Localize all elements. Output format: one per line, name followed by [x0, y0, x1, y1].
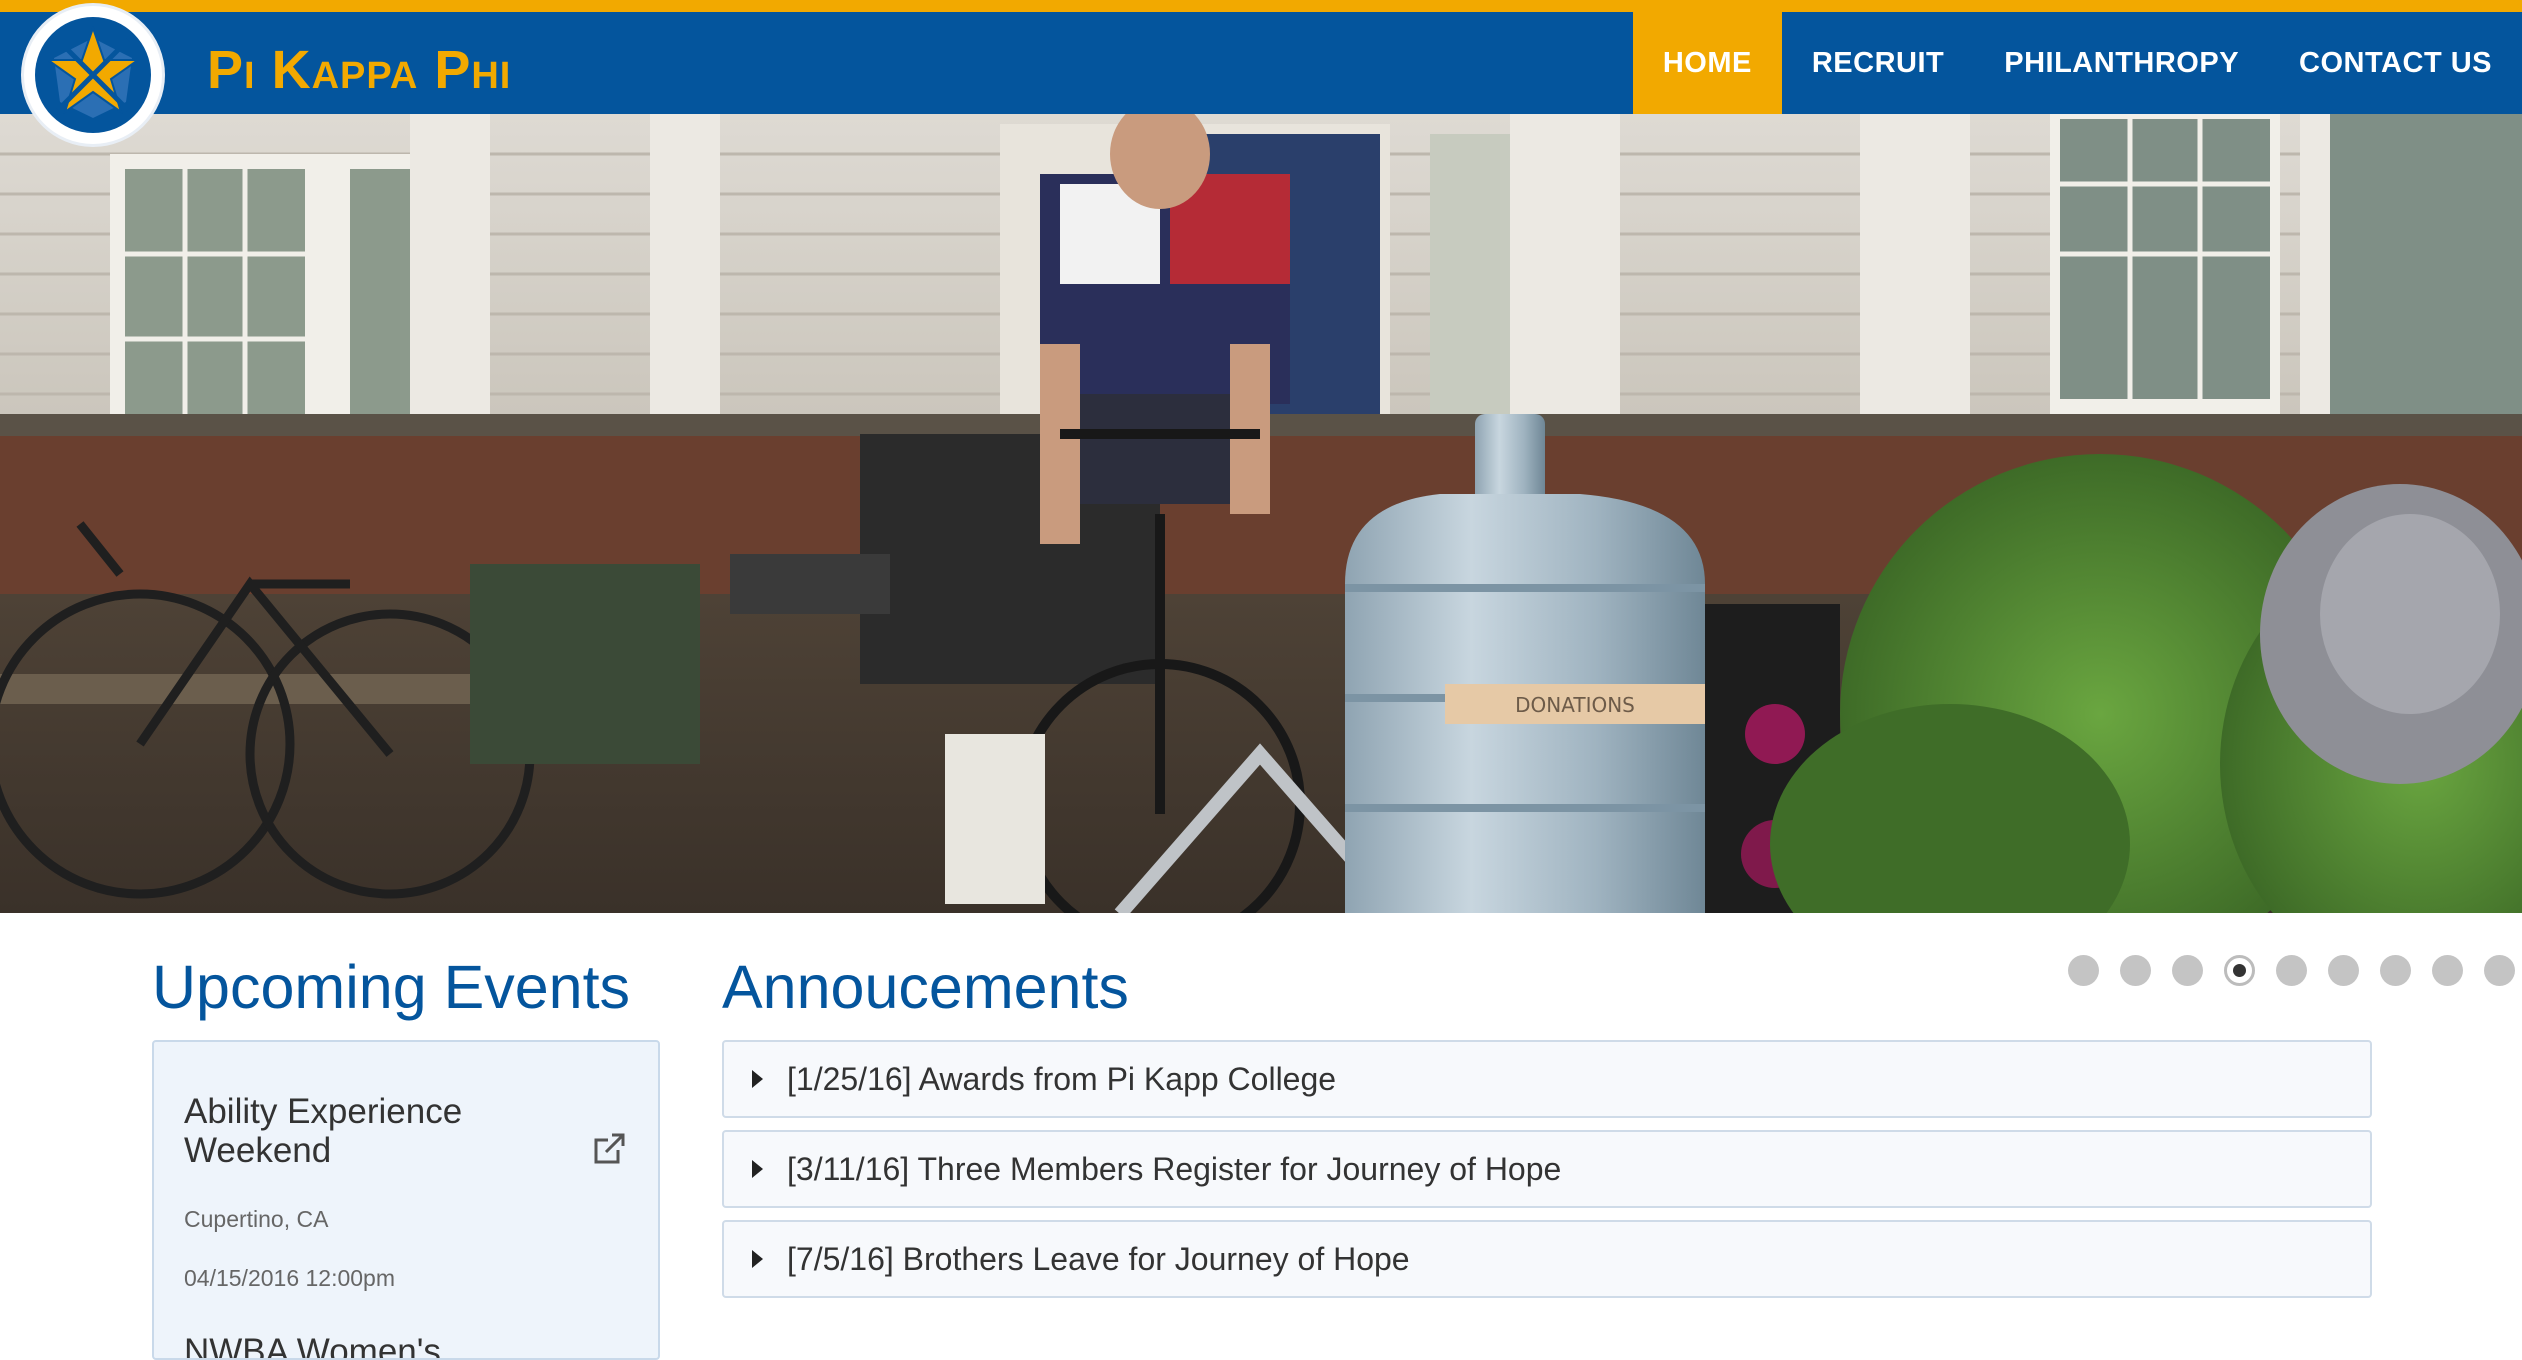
carousel-dot[interactable] — [2328, 955, 2359, 986]
caret-right-icon — [752, 1160, 763, 1178]
announcement-title[interactable]: [7/5/16] Brothers Leave for Journey of H… — [787, 1241, 1410, 1278]
announcement-item[interactable]: [7/5/16] Brothers Leave for Journey of H… — [722, 1220, 2372, 1298]
site-title[interactable]: Pi Kappa Phi — [207, 40, 511, 100]
events-panel: Ability Experience Weekend Cupertino, CA… — [152, 1040, 660, 1360]
carousel-dot[interactable] — [2120, 955, 2151, 986]
announcements-list: [1/25/16] Awards from Pi Kapp College [3… — [722, 1040, 2372, 1310]
carousel-dot[interactable] — [2224, 955, 2255, 986]
announcement-title[interactable]: [1/25/16] Awards from Pi Kapp College — [787, 1061, 1336, 1098]
event-item[interactable]: Ability Experience Weekend Cupertino, CA… — [154, 1042, 658, 1292]
carousel-indicators — [2068, 955, 2522, 986]
carousel-dot[interactable] — [2432, 955, 2463, 986]
nav-home[interactable]: HOME — [1632, 12, 1782, 114]
event-name[interactable]: NWBA Women's — [184, 1332, 584, 1358]
site-logo[interactable] — [24, 6, 162, 144]
carousel-dot[interactable] — [2380, 955, 2411, 986]
hero-photo-cyclist-donations: DONATIONS — [0, 114, 2522, 913]
nav-recruit[interactable]: RECRUIT — [1782, 12, 1974, 114]
caret-right-icon — [752, 1250, 763, 1268]
hero-carousel-image: DONATIONS — [0, 114, 2522, 913]
nav-contact-us[interactable]: CONTACT US — [2269, 12, 2522, 114]
top-accent-bar — [0, 0, 2522, 12]
carousel-dot[interactable] — [2172, 955, 2203, 986]
carousel-dot[interactable] — [2068, 955, 2099, 986]
event-name[interactable]: Ability Experience Weekend — [184, 1092, 584, 1170]
announcement-item[interactable]: [3/11/16] Three Members Register for Jou… — [722, 1130, 2372, 1208]
nav-philanthropy[interactable]: PHILANTHROPY — [1974, 12, 2269, 114]
donations-jar-label: DONATIONS — [1515, 693, 1635, 717]
announcements-heading: Annoucements — [722, 953, 1129, 1021]
announcement-title[interactable]: [3/11/16] Three Members Register for Jou… — [787, 1151, 1561, 1188]
caret-right-icon — [752, 1070, 763, 1088]
main-nav: HOME RECRUIT PHILANTHROPY CONTACT US — [1632, 12, 2522, 114]
star-shield-logo-icon — [35, 17, 151, 133]
upcoming-events-heading: Upcoming Events — [152, 953, 631, 1021]
event-datetime: 04/15/2016 12:00pm — [184, 1265, 396, 1291]
event-location: Cupertino, CA — [184, 1206, 329, 1232]
announcement-item[interactable]: [1/25/16] Awards from Pi Kapp College — [722, 1040, 2372, 1118]
carousel-dot[interactable] — [2484, 955, 2515, 986]
event-item[interactable]: NWBA Women's — [154, 1292, 658, 1358]
carousel-dot[interactable] — [2276, 955, 2307, 986]
external-link-icon[interactable] — [590, 1130, 628, 1168]
